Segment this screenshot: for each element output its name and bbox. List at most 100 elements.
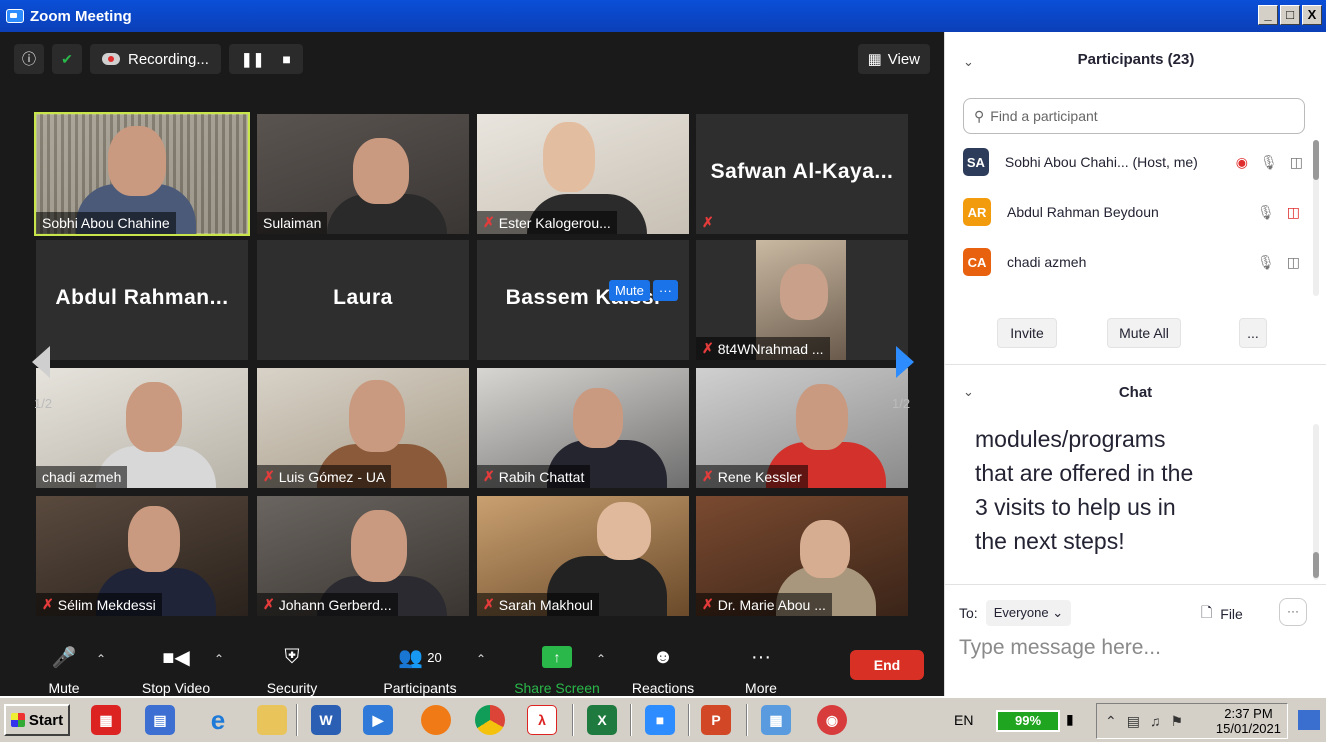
clock[interactable]: 2:37 PM 15/01/2021 [1216, 706, 1281, 736]
video-tile-off[interactable]: Laura [257, 240, 469, 360]
muted-mic-icon: ✗ [483, 596, 495, 612]
taskbar-app-antivirus[interactable]: ▦ [84, 702, 128, 738]
participant-name: ✗ Sarah Makhoul [477, 593, 599, 616]
participant-name: ✗ Luis Gómez - UA [257, 465, 392, 488]
participants-scroll-thumb[interactable] [1313, 140, 1319, 180]
video-tile[interactable]: ✗ Sélim Mekdessi [36, 496, 248, 616]
microphone-icon[interactable]: 🎙 [1257, 204, 1275, 221]
taskbar-app-ie[interactable]: e [196, 702, 240, 738]
security-shield-icon[interactable]: ✔ [52, 44, 82, 74]
participant-row[interactable]: SA Sobhi Abou Chahi... (Host, me) ◉ 🎙 ◫ [963, 142, 1303, 182]
show-hidden-icons-icon[interactable]: ⌃ [1105, 713, 1117, 730]
microphone-icon[interactable]: 🎙 [1260, 154, 1278, 171]
video-tile[interactable]: ✗ Rabih Chattat [477, 368, 689, 488]
reactions-button[interactable]: ☻ Reactions [628, 644, 698, 697]
participants-options-icon[interactable]: ⌃ [476, 652, 486, 666]
participant-search-input[interactable]: ⚲ Find a participant [963, 98, 1305, 134]
more-button[interactable]: ··· More [736, 644, 786, 697]
participants-button[interactable]: 👥 20 Participants [378, 644, 462, 697]
chat-message-input[interactable]: Type message here... [959, 636, 1161, 660]
video-tile[interactable]: ✗ Dr. Marie Abou ... [696, 496, 908, 616]
chat-more-button[interactable]: ··· [1279, 598, 1307, 626]
pause-recording-icon[interactable]: ❚❚ [241, 51, 264, 68]
volume-icon[interactable]: ♫ [1150, 713, 1161, 730]
participant-name: ✗ Johann Gerberd... [257, 593, 398, 616]
participant-row[interactable]: CA chadi azmeh 🎙 ◫ [963, 242, 1303, 282]
video-options-icon[interactable]: ⌃ [214, 652, 224, 666]
chat-scrollbar[interactable] [1313, 424, 1319, 580]
taskbar-app-pdf[interactable]: λ [520, 702, 564, 738]
view-button[interactable]: ▦ View [857, 44, 930, 74]
participants-more-button[interactable]: ... [1239, 318, 1267, 348]
audio-options-icon[interactable]: ⌃ [96, 652, 106, 666]
maximize-button[interactable]: □ [1280, 5, 1300, 25]
taskbar-app-chrome[interactable] [468, 702, 512, 738]
close-button[interactable]: X [1302, 5, 1322, 25]
video-tile[interactable]: ✗ Johann Gerberd... [257, 496, 469, 616]
battery-indicator[interactable]: 99% [996, 710, 1060, 732]
recipient-value: Everyone [993, 605, 1049, 620]
camera-icon[interactable]: ◫ [1287, 254, 1300, 271]
recipient-select[interactable]: Everyone ⌄ [985, 600, 1072, 626]
info-icon[interactable]: ⓘ [14, 44, 44, 74]
taskbar: Start ▦ ▤ e W ▶ λ X ■ P ▦ ◉ EN 99% ▮ ⌃ ▤… [0, 696, 1326, 742]
muted-mic-icon: ✗ [702, 468, 714, 484]
taskbar-app-explorer[interactable] [250, 702, 294, 738]
video-tile-off[interactable]: Abdul Rahman... [36, 240, 248, 360]
window-titlebar[interactable]: Zoom Meeting _ □ X [0, 0, 1326, 32]
taskbar-app-powerpoint[interactable]: P [694, 702, 738, 738]
participant-row[interactable]: AR Abdul Rahman Beydoun 🎙 ◫ [963, 192, 1303, 232]
invite-button[interactable]: Invite [997, 318, 1057, 348]
clock-time: 2:37 PM [1224, 706, 1273, 721]
taskbar-app-screen-recorder[interactable]: ◉ [810, 702, 854, 738]
start-button[interactable]: Start [4, 704, 70, 736]
video-tile-off[interactable]: Safwan Al-Kaya... ✗ [696, 114, 908, 234]
stop-recording-icon[interactable]: ■ [282, 51, 290, 67]
camera-icon[interactable]: ◫ [1290, 154, 1303, 171]
share-options-icon[interactable]: ⌃ [596, 652, 606, 666]
action-center-flag-icon[interactable]: ⚑ [1170, 713, 1183, 730]
muted-mic-icon: ✗ [263, 596, 275, 612]
stop-video-button[interactable]: ■◀ Stop Video [136, 644, 216, 697]
file-button[interactable]: 🗋 File [1201, 602, 1243, 626]
minimize-button[interactable]: _ [1258, 5, 1278, 25]
video-tile[interactable]: Sobhi Abou Chahine [34, 112, 250, 236]
mute-button[interactable]: 🎤 Mute [42, 644, 86, 697]
video-tile[interactable]: ✗ 8t4WNrahmad ... [696, 240, 908, 360]
share-screen-button[interactable]: ↑ Share Screen [510, 644, 604, 696]
taskbar-app-media[interactable]: ▶ [356, 702, 400, 738]
taskbar-app-word[interactable]: W [304, 702, 348, 738]
chat-scroll-thumb[interactable] [1313, 552, 1319, 578]
video-tile[interactable]: ✗ Rene Kessler [696, 368, 908, 488]
taskbar-app-excel[interactable]: X [580, 702, 624, 738]
next-page-icon[interactable] [896, 346, 914, 378]
video-tile[interactable]: ✗ Sarah Makhoul [477, 496, 689, 616]
participant-name: ✗ Dr. Marie Abou ... [696, 593, 832, 616]
security-button[interactable]: ⛨ Security [262, 644, 322, 697]
tile-mute-button[interactable]: Mute [609, 280, 650, 301]
participants-scrollbar[interactable] [1313, 140, 1319, 296]
taskbar-app-firefox[interactable] [414, 702, 458, 738]
show-desktop-icon[interactable] [1298, 710, 1320, 730]
chevron-down-icon: ⌄ [1052, 605, 1064, 620]
taskbar-app-network[interactable]: ▤ [138, 702, 182, 738]
network-tray-icon[interactable]: ▤ [1127, 713, 1140, 730]
previous-page-icon[interactable] [32, 346, 50, 378]
end-meeting-button[interactable]: End [850, 650, 924, 680]
video-tile[interactable]: chadi azmeh [36, 368, 248, 488]
taskbar-app-control-panel[interactable]: ▦ [754, 702, 798, 738]
stop-video-label: Stop Video [141, 680, 211, 696]
participant-name: ✗ Sélim Mekdessi [36, 593, 162, 616]
media-player-icon: ▶ [363, 705, 393, 735]
tile-more-button[interactable]: ··· [652, 280, 678, 301]
mute-all-button[interactable]: Mute All [1107, 318, 1181, 348]
video-tile[interactable]: ✗ Ester Kalogerou... [477, 114, 689, 234]
video-tile[interactable]: Sulaiman [257, 114, 469, 234]
video-tile[interactable]: ✗ Luis Gómez - UA [257, 368, 469, 488]
search-icon: ⚲ [974, 107, 985, 124]
language-indicator[interactable]: EN [954, 712, 973, 728]
taskbar-app-zoom[interactable]: ■ [638, 702, 682, 738]
camera-off-icon[interactable]: ◫ [1287, 204, 1300, 221]
meeting-area: ⓘ ✔ Recording... ❚❚ ■ ▦ View Sobhi Abou … [0, 32, 944, 698]
microphone-icon[interactable]: 🎙 [1257, 254, 1275, 271]
